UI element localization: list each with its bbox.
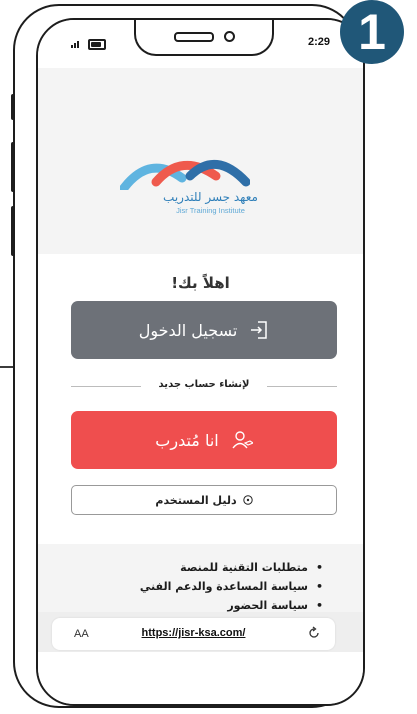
create-account-label: لإنشاء حساب جديد [158,379,250,390]
reload-icon[interactable] [307,626,321,640]
login-button[interactable]: تسجيل الدخول [71,301,337,359]
status-bar: 2:29 [38,20,363,68]
jisr-logo-icon [120,159,250,190]
logo-arabic-name: معهد جسر للتدريب [163,190,258,204]
link-tech-requirements[interactable]: متطلبات التقنية للمنصة [140,558,323,577]
url-text[interactable]: https://jisr-ksa.com/ [52,627,335,639]
help-circle-icon [242,495,253,505]
trainee-button[interactable]: انا مُتدرب [71,411,337,469]
side-button-volume-up [11,142,15,192]
signal-icon [71,41,79,48]
user-guide-label: دليل المستخدم [155,493,237,507]
status-time: 2:29 [308,36,331,48]
logo-area: معهد جسر للتدريب Jisr Training Institute [38,68,363,254]
browser-bottom-area [38,652,363,704]
side-button-mute [11,94,15,120]
user-guide-button[interactable]: دليل المستخدم [71,485,337,515]
notch [134,20,274,56]
side-button-volume-down [11,206,15,256]
logo-english-name: Jisr Training Institute [176,206,245,215]
create-account-divider: لإنشاء حساب جديد [71,376,337,396]
phone-frame: 2:29 معهد جسر للتدريب Jisr Training Inst… [11,4,365,708]
login-button-label: تسجيل الدخول [138,320,238,340]
policy-links-list: متطلبات التقنية للمنصة سياسة المساعدة وا… [140,558,323,615]
step-number-badge: 1 [340,0,404,64]
browser-toolbar: AA https://jisr-ksa.com/ [38,612,363,652]
phone-screen: 2:29 معهد جسر للتدريب Jisr Training Inst… [36,18,365,706]
welcome-heading: اهلاً بك! [171,274,230,292]
login-card: اهلاً بك! تسجيل الدخول لإنشاء حساب جديد [38,254,363,544]
trainee-user-icon [232,431,253,449]
battery-icon [88,39,106,50]
speaker-icon [174,32,214,42]
camera-icon [224,31,235,42]
login-door-icon [251,321,268,339]
trainee-button-label: انا مُتدرب [155,430,219,450]
url-bar[interactable]: AA https://jisr-ksa.com/ [52,618,335,650]
link-support-policy[interactable]: سياسة المساعدة والدعم الفني [140,577,323,596]
